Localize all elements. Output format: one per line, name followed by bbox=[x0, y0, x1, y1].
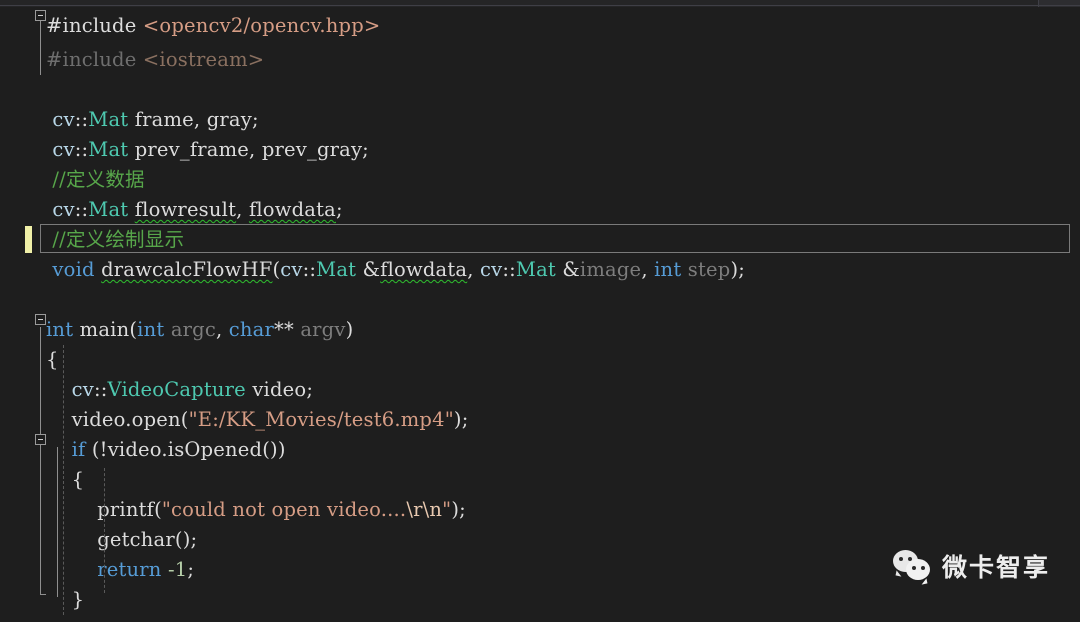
wechat-dot bbox=[912, 566, 916, 570]
code-line-text: cv::VideoCapture video; bbox=[71, 378, 314, 401]
code-line[interactable]: cv::Mat frame, gray; bbox=[0, 105, 1080, 135]
wechat-bubble-small bbox=[906, 559, 930, 580]
code-line-text: int main(int argc, char** argv) bbox=[46, 318, 354, 341]
wechat-logo-icon bbox=[893, 550, 933, 582]
current-line-highlight bbox=[40, 224, 1070, 253]
code-line-text: return -1; bbox=[97, 558, 195, 581]
code-line-text: #include <opencv2/opencv.hpp> bbox=[46, 14, 381, 37]
code-line[interactable]: } bbox=[0, 585, 1080, 615]
code-line[interactable] bbox=[0, 285, 1080, 315]
code-line[interactable]: cv::Mat flowresult, flowdata; bbox=[0, 195, 1080, 225]
code-line[interactable]: cv::VideoCapture video; bbox=[0, 375, 1080, 405]
code-line-text: { bbox=[46, 348, 59, 371]
toolbar-strip bbox=[0, 0, 1080, 7]
code-line[interactable]: void drawcalcFlowHF(cv::Mat &flowdata, c… bbox=[0, 255, 1080, 285]
watermark: 微卡智享 bbox=[893, 548, 1050, 584]
code-line-text: } bbox=[46, 588, 85, 611]
toolbar-bottom-rule bbox=[0, 5, 1080, 6]
code-line-text: #include <iostream> bbox=[46, 48, 265, 71]
watermark-text: 微卡智享 bbox=[942, 553, 1051, 582]
code-line-text: video.open("E:/KK_Movies/test6.mp4"); bbox=[46, 408, 469, 431]
code-line-text: printf("could not open video....\r\n"); bbox=[97, 498, 466, 521]
code-line[interactable]: video.open("E:/KK_Movies/test6.mp4"); bbox=[0, 405, 1080, 435]
code-area[interactable]: #include <opencv2/opencv.hpp> #include <i… bbox=[0, 7, 1080, 622]
code-line[interactable]: int main(int argc, char** argv) bbox=[0, 315, 1080, 345]
code-line-text: cv::Mat frame, gray; bbox=[52, 108, 259, 131]
code-editor-window: #include <opencv2/opencv.hpp> #include <i… bbox=[0, 0, 1080, 622]
wechat-dot bbox=[921, 566, 925, 570]
code-line-text: if (!video.isOpened()) bbox=[71, 438, 286, 461]
code-line-text: cv::Mat prev_frame, prev_gray; bbox=[52, 138, 369, 161]
code-line[interactable]: #include <opencv2/opencv.hpp> bbox=[0, 11, 1080, 41]
code-line-text: //定义数据 bbox=[52, 168, 145, 191]
code-line-text: cv::Mat flowresult, flowdata; bbox=[52, 198, 343, 221]
code-line[interactable]: { bbox=[0, 465, 1080, 495]
indent-guide bbox=[104, 468, 105, 593]
code-line-text: getchar(); bbox=[97, 528, 198, 551]
code-line-text: { bbox=[46, 468, 85, 491]
indent-guide bbox=[63, 345, 64, 615]
code-line[interactable]: cv::Mat prev_frame, prev_gray; bbox=[0, 135, 1080, 165]
code-line-text: void drawcalcFlowHF(cv::Mat &flowdata, c… bbox=[52, 258, 746, 281]
code-line[interactable]: printf("could not open video....\r\n"); bbox=[0, 495, 1080, 525]
code-line[interactable]: //定义数据 bbox=[0, 165, 1080, 195]
wechat-dot bbox=[899, 557, 903, 561]
code-line[interactable]: if (!video.isOpened()) bbox=[0, 435, 1080, 465]
code-line[interactable]: #include <iostream> bbox=[0, 45, 1080, 75]
code-line[interactable]: { bbox=[0, 345, 1080, 375]
